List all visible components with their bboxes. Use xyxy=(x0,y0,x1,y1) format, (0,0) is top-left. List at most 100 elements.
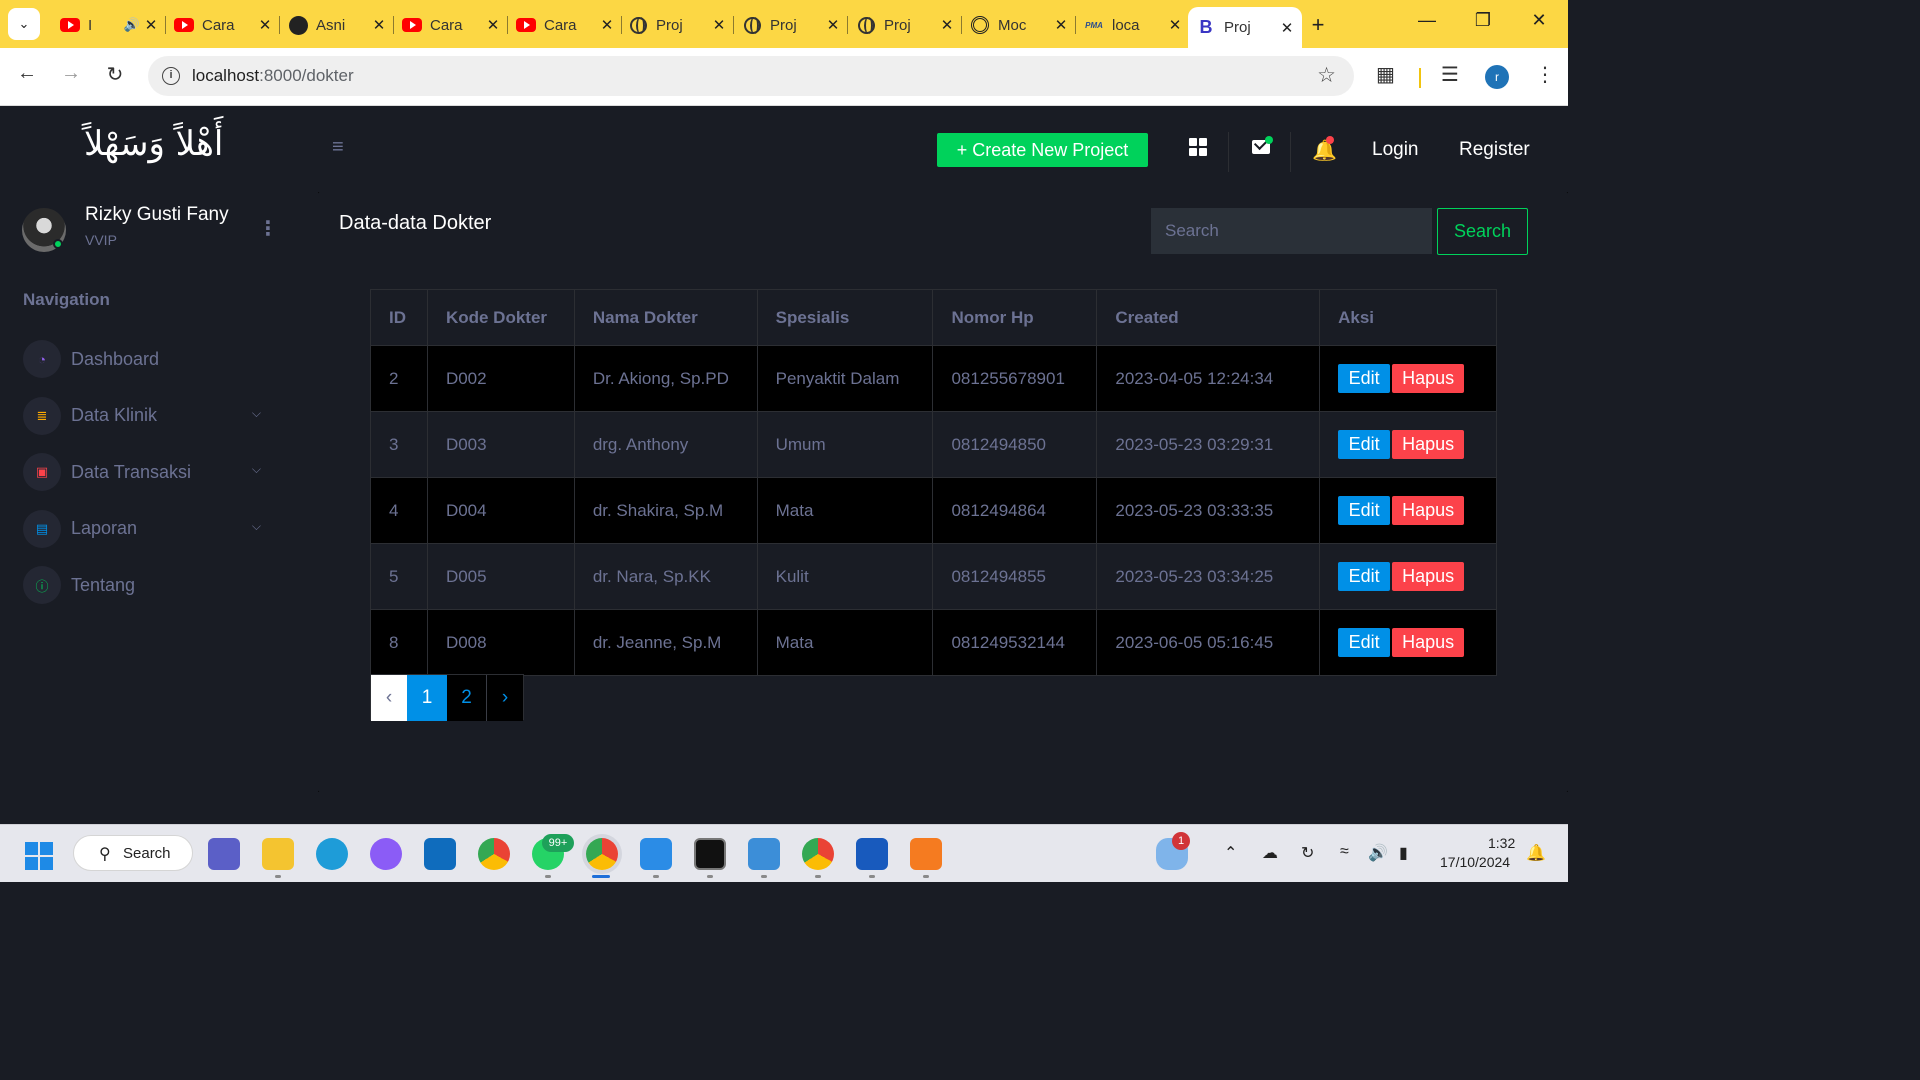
sidebar-toggle-icon[interactable]: ≡ xyxy=(332,136,344,159)
sidebar-item-laporan[interactable]: ▤ Laporan ⌵ xyxy=(23,509,263,549)
profile-avatar[interactable]: r xyxy=(1485,65,1509,89)
back-button[interactable]: ← xyxy=(14,62,40,85)
browser-tab[interactable]: Proj ✕ xyxy=(734,8,848,42)
reload-button[interactable]: ↻ xyxy=(102,62,128,87)
tab-close-icon[interactable]: ✕ xyxy=(600,16,614,34)
delete-button[interactable]: Hapus xyxy=(1392,496,1465,525)
whatsapp-badge: 99+ xyxy=(542,834,574,852)
browser-tab[interactable]: Cara ✕ xyxy=(508,8,622,42)
browser-tab[interactable]: Proj ✕ xyxy=(620,8,734,42)
main-content: Data-data Dokter Search IDKode DokterNam… xyxy=(318,192,1568,792)
new-tab-button[interactable]: + xyxy=(1306,12,1330,38)
browser-tab[interactable]: B Proj ✕ xyxy=(1188,7,1302,48)
sync-icon[interactable]: ↻ xyxy=(1301,843,1314,863)
tab-close-icon[interactable]: ✕ xyxy=(712,16,726,34)
photos-icon[interactable] xyxy=(748,838,780,870)
copilot-icon[interactable] xyxy=(370,838,402,870)
youtube-icon xyxy=(402,15,422,35)
login-link[interactable]: Login xyxy=(1372,139,1419,161)
register-link[interactable]: Register xyxy=(1459,139,1530,161)
address-bar: ← → ↻ i localhost:8000/dokter ☆ ▦ ☰ r ⋮ xyxy=(0,48,1568,106)
outlook-icon[interactable] xyxy=(424,838,456,870)
tab-audio-icon[interactable]: 🔊 xyxy=(124,17,140,33)
delete-button[interactable]: Hapus xyxy=(1392,364,1465,393)
delete-button[interactable]: Hapus xyxy=(1392,562,1465,591)
battery-icon[interactable]: ▮ xyxy=(1399,843,1408,863)
pagination-page-1[interactable]: 1 xyxy=(407,675,447,721)
tab-close-icon[interactable]: ✕ xyxy=(1054,16,1068,34)
minimize-button[interactable]: — xyxy=(1412,10,1442,31)
word-icon[interactable] xyxy=(856,838,888,870)
url-text[interactable]: localhost:8000/dokter xyxy=(192,66,354,86)
forward-button[interactable]: → xyxy=(58,62,84,85)
teams-icon[interactable] xyxy=(208,838,240,870)
sidebar-item-tentang[interactable]: ⓘ Tentang xyxy=(23,565,263,605)
edge-icon[interactable] xyxy=(316,838,348,870)
chrome-profile-icon[interactable] xyxy=(586,838,618,870)
speedometer-icon: ◔ xyxy=(23,340,61,378)
tab-search-button[interactable]: ⌄ xyxy=(8,8,40,40)
tab-close-icon[interactable]: ✕ xyxy=(1168,16,1182,34)
edit-button[interactable]: Edit xyxy=(1338,628,1391,657)
edit-button[interactable]: Edit xyxy=(1338,364,1391,393)
pagination-prev-button[interactable]: ‹ xyxy=(371,675,407,721)
pagination-page-2[interactable]: 2 xyxy=(447,675,487,721)
clock-date[interactable]: 17/10/2024 xyxy=(1440,854,1510,870)
running-indicator xyxy=(815,875,821,878)
xampp-icon[interactable] xyxy=(910,838,942,870)
table-cell: 0812494850 xyxy=(932,411,1098,478)
delete-button[interactable]: Hapus xyxy=(1392,628,1465,657)
vscode-icon[interactable] xyxy=(640,838,672,870)
tab-close-icon[interactable]: ✕ xyxy=(258,16,272,34)
sidebar-item-data-klinik[interactable]: ≣ Data Klinik ⌵ xyxy=(23,396,263,436)
url-box[interactable]: i localhost:8000/dokter ☆ xyxy=(148,56,1354,96)
chrome-secondary-icon[interactable] xyxy=(802,838,834,870)
terminal-icon[interactable] xyxy=(694,838,726,870)
delete-button[interactable]: Hapus xyxy=(1392,430,1465,459)
browser-tab[interactable]: Proj ✕ xyxy=(848,8,962,42)
clock-time[interactable]: 1:32 xyxy=(1488,835,1515,851)
bookmark-star-icon[interactable]: ☆ xyxy=(1317,63,1336,88)
close-window-button[interactable]: ✕ xyxy=(1524,10,1554,31)
volume-icon[interactable]: 🔊 xyxy=(1368,843,1388,863)
browser-menu-icon[interactable]: ⋮ xyxy=(1535,62,1555,87)
pagination-next-button[interactable]: › xyxy=(487,675,523,721)
browser-tab[interactable]: PMA loca ✕ xyxy=(1076,8,1190,42)
media-controls-icon[interactable]: ☰ xyxy=(1441,62,1459,87)
search-input[interactable] xyxy=(1151,208,1432,254)
notification-bell-icon[interactable]: 🔔 xyxy=(1526,843,1546,863)
tab-close-icon[interactable]: ✕ xyxy=(1280,19,1294,37)
browser-tab[interactable]: I 🔊 ✕ xyxy=(52,8,166,42)
edit-button[interactable]: Edit xyxy=(1338,430,1391,459)
tab-close-icon[interactable]: ✕ xyxy=(486,16,500,34)
restore-button[interactable]: ❐ xyxy=(1468,10,1498,31)
browser-tab[interactable]: Moc ✕ xyxy=(962,8,1076,42)
chrome-icon[interactable] xyxy=(478,838,510,870)
browser-tab[interactable]: Cara ✕ xyxy=(166,8,280,42)
tab-close-icon[interactable]: ✕ xyxy=(144,16,158,34)
show-hidden-icons-icon[interactable]: ⌃ xyxy=(1224,843,1237,863)
start-button-icon[interactable] xyxy=(25,842,53,870)
brand-logo[interactable]: أَهْلاً وَسَهْلاً xyxy=(84,124,223,164)
wifi-icon[interactable]: ≈ xyxy=(1340,843,1349,861)
tab-close-icon[interactable]: ✕ xyxy=(372,16,386,34)
edit-button[interactable]: Edit xyxy=(1338,496,1391,525)
nav-caption: Navigation xyxy=(23,290,110,309)
taskbar-search[interactable]: ⚲ Search xyxy=(73,835,193,871)
file-explorer-icon[interactable] xyxy=(262,838,294,870)
search-button[interactable]: Search xyxy=(1437,208,1528,255)
sidebar-item-dashboard[interactable]: ◔ Dashboard xyxy=(23,339,263,379)
browser-tab[interactable]: Asni ✕ xyxy=(280,8,394,42)
tab-close-icon[interactable]: ✕ xyxy=(826,16,840,34)
sidebar-item-data-transaksi[interactable]: ▣ Data Transaksi ⌵ xyxy=(23,452,263,492)
profile-menu-icon[interactable]: ⋮ xyxy=(258,216,278,241)
extensions-icon[interactable]: ▦ xyxy=(1376,62,1395,87)
tab-close-icon[interactable]: ✕ xyxy=(940,16,954,34)
edit-button[interactable]: Edit xyxy=(1338,562,1391,591)
onedrive-icon[interactable]: ☁ xyxy=(1262,843,1278,863)
table-cell: 0812494864 xyxy=(932,477,1098,544)
site-info-icon[interactable]: i xyxy=(162,67,180,85)
create-new-project-button[interactable]: + Create New Project xyxy=(937,133,1148,167)
browser-tab[interactable]: Cara ✕ xyxy=(394,8,508,42)
apps-grid-icon[interactable] xyxy=(1189,138,1207,156)
